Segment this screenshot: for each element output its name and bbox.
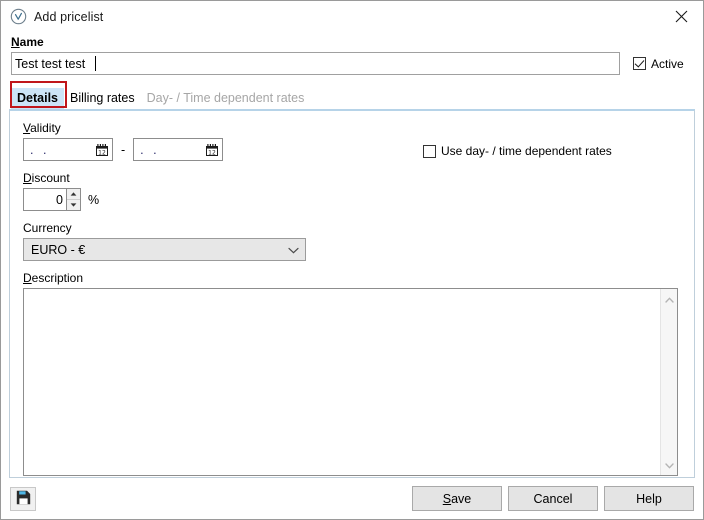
active-checkbox-box[interactable] bbox=[633, 57, 646, 70]
footer-bar: Save Cancel Help bbox=[1, 478, 703, 519]
use-day-time-rates-checkbox-box[interactable] bbox=[423, 145, 436, 158]
validity-from-value: . . bbox=[30, 143, 95, 157]
svg-text:12: 12 bbox=[98, 149, 106, 156]
validity-label: Validity bbox=[23, 121, 682, 135]
use-day-time-rates-checkbox[interactable]: Use day- / time dependent rates bbox=[423, 144, 612, 158]
currency-select[interactable]: EURO - € bbox=[23, 238, 306, 261]
save-toolbar-button[interactable] bbox=[10, 487, 36, 511]
close-button[interactable] bbox=[659, 1, 703, 31]
calendar-icon[interactable]: 12 bbox=[205, 143, 219, 157]
cancel-button[interactable]: Cancel bbox=[508, 486, 598, 511]
validity-from-input[interactable]: . . 12 bbox=[23, 138, 113, 161]
spinner-up-icon[interactable] bbox=[67, 189, 80, 200]
name-input[interactable] bbox=[11, 52, 620, 75]
use-day-time-rates-label: Use day- / time dependent rates bbox=[441, 144, 612, 158]
validity-to-value: . . bbox=[140, 143, 205, 157]
description-box bbox=[23, 288, 678, 476]
help-button[interactable]: Help bbox=[604, 486, 694, 511]
discount-input[interactable]: 0 bbox=[23, 188, 66, 211]
title-bar: Add pricelist bbox=[1, 1, 703, 32]
validity-separator: - bbox=[121, 143, 125, 157]
active-checkbox-label: Active bbox=[651, 57, 684, 71]
tab-details[interactable]: Details bbox=[11, 88, 64, 109]
name-row: Active bbox=[11, 52, 693, 75]
currency-selected-value: EURO - € bbox=[31, 243, 288, 257]
validity-to-input[interactable]: . . 12 bbox=[133, 138, 223, 161]
spinner-down-icon[interactable] bbox=[67, 200, 80, 210]
add-pricelist-dialog: Add pricelist Name Active Details Billin… bbox=[0, 0, 704, 520]
description-scrollbar[interactable] bbox=[660, 289, 677, 475]
discount-spinner[interactable] bbox=[66, 188, 81, 211]
save-button[interactable]: Save bbox=[412, 486, 502, 511]
calendar-icon[interactable]: 12 bbox=[95, 143, 109, 157]
tab-day-time-dependent-rates: Day- / Time dependent rates bbox=[141, 88, 311, 109]
name-section: Name Active bbox=[1, 32, 703, 75]
clock-circle-icon bbox=[10, 8, 27, 25]
details-panel: Validity . . 12 bbox=[9, 109, 695, 478]
scroll-up-arrow-icon[interactable] bbox=[665, 292, 674, 306]
discount-row: 0 % bbox=[23, 188, 682, 211]
scroll-down-arrow-icon[interactable] bbox=[665, 458, 674, 472]
description-textarea[interactable] bbox=[24, 289, 660, 475]
description-label: Description bbox=[23, 271, 682, 285]
chevron-down-icon[interactable] bbox=[288, 243, 299, 257]
window-title: Add pricelist bbox=[34, 10, 103, 24]
active-checkbox[interactable]: Active bbox=[633, 57, 684, 71]
currency-label: Currency bbox=[23, 221, 682, 235]
name-input-wrapper bbox=[11, 52, 620, 75]
tab-strip: Details Billing rates Day- / Time depend… bbox=[1, 84, 703, 109]
svg-text:12: 12 bbox=[208, 149, 216, 156]
name-label: Name bbox=[11, 35, 44, 49]
discount-label: Discount bbox=[23, 171, 682, 185]
discount-percent-suffix: % bbox=[88, 193, 99, 207]
tab-billing-rates[interactable]: Billing rates bbox=[64, 88, 141, 109]
floppy-disk-icon bbox=[16, 490, 31, 508]
